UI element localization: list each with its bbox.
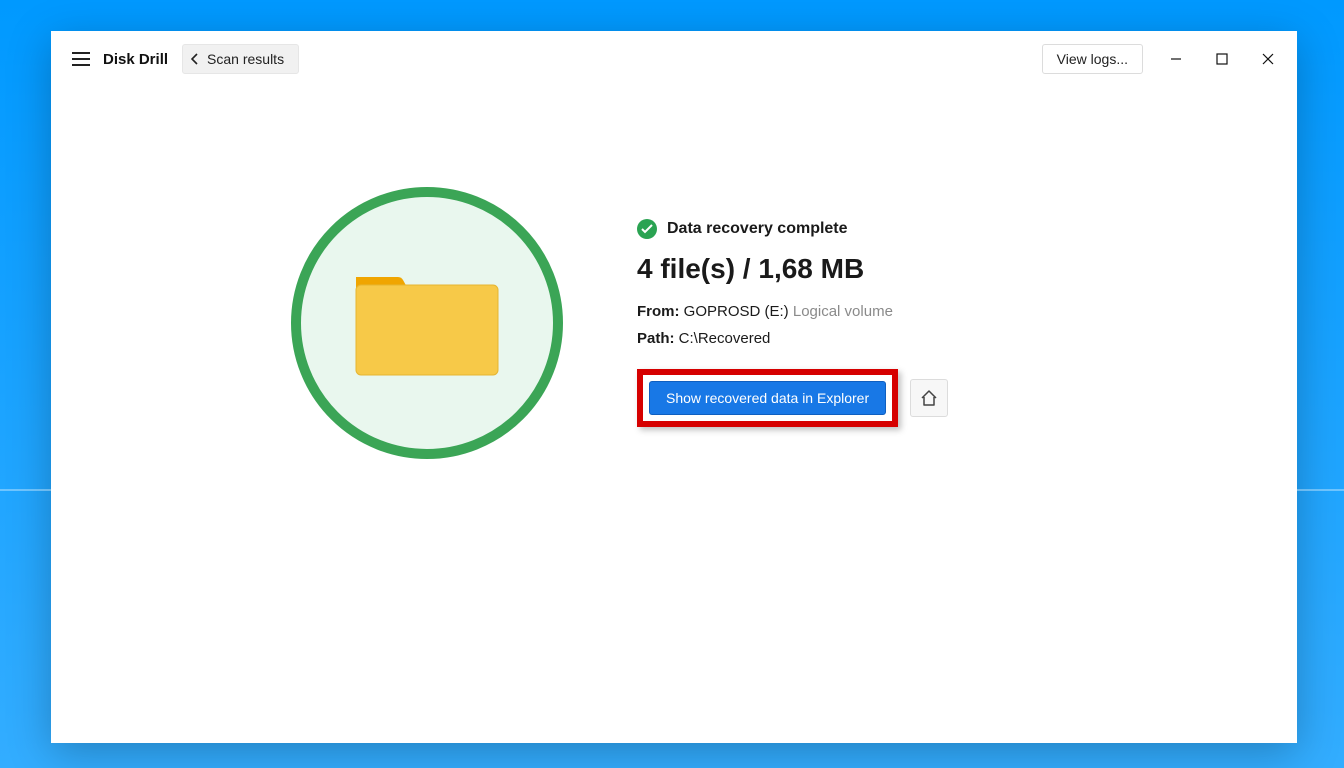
menu-button[interactable]	[63, 41, 99, 77]
maximize-button[interactable]	[1199, 40, 1245, 78]
from-label: From:	[637, 303, 680, 320]
folder-icon	[352, 263, 502, 383]
from-extra: Logical volume	[793, 303, 893, 320]
status-text: Data recovery complete	[667, 220, 848, 238]
highlight-frame: Show recovered data in Explorer	[637, 369, 898, 427]
from-line: From: GOPROSD (E:) Logical volume	[637, 303, 1057, 320]
view-logs-button[interactable]: View logs...	[1042, 44, 1143, 74]
folder-badge	[291, 187, 563, 459]
home-button[interactable]	[910, 379, 948, 417]
recovery-summary: 4 file(s) / 1,68 MB	[637, 253, 1057, 285]
minimize-icon	[1170, 53, 1182, 65]
scan-results-button[interactable]: Scan results	[182, 44, 299, 74]
content-area: Data recovery complete 4 file(s) / 1,68 …	[51, 87, 1297, 459]
path-line: Path: C:\Recovered	[637, 330, 1057, 347]
from-value: GOPROSD (E:)	[684, 303, 789, 320]
app-window: Disk Drill Scan results View logs...	[51, 31, 1297, 743]
titlebar: Disk Drill Scan results View logs...	[51, 31, 1297, 87]
minimize-button[interactable]	[1153, 40, 1199, 78]
chevron-left-icon	[191, 53, 199, 65]
maximize-icon	[1216, 53, 1228, 65]
home-icon	[920, 389, 938, 407]
status-row: Data recovery complete	[637, 219, 1057, 239]
scan-results-label: Scan results	[207, 51, 284, 67]
action-row: Show recovered data in Explorer	[637, 369, 1057, 427]
path-value: C:\Recovered	[679, 330, 771, 347]
close-icon	[1262, 53, 1274, 65]
close-button[interactable]	[1245, 40, 1291, 78]
app-title: Disk Drill	[103, 51, 168, 68]
hamburger-icon	[72, 52, 90, 66]
info-column: Data recovery complete 4 file(s) / 1,68 …	[637, 219, 1057, 427]
window-controls	[1153, 40, 1291, 78]
show-recovered-button[interactable]: Show recovered data in Explorer	[649, 381, 886, 415]
path-label: Path:	[637, 330, 675, 347]
checkmark-icon	[637, 219, 657, 239]
